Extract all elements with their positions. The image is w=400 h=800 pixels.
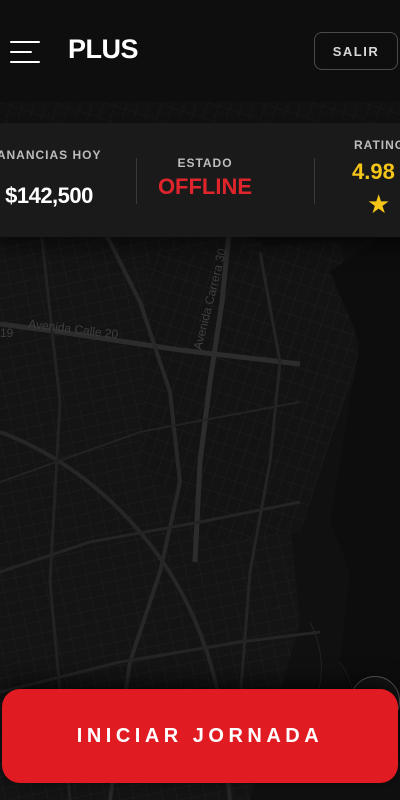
earnings-value: $142,500 <box>5 183 93 208</box>
street-label-19: 19 <box>0 326 14 340</box>
stat-divider <box>314 158 315 204</box>
driver-home-screen: Avenida Calle 20 Avenida Carrera 30 19 P… <box>0 0 400 800</box>
earnings-label: GANANCIAS HOY <box>0 148 102 162</box>
app-logo: PLUS <box>68 34 139 64</box>
stats-card: GANANCIAS HOY $142,500 ESTADO OFFLINE <box>0 123 400 237</box>
status-value: OFFLINE <box>157 174 253 199</box>
start-shift-button[interactable]: INICIAR JORNADA <box>2 689 398 783</box>
top-bar: PLUS SALIR <box>0 0 400 102</box>
star-icon: ★ <box>367 189 391 219</box>
stat-divider <box>136 158 137 204</box>
menu-line <box>10 51 32 53</box>
menu-line <box>10 41 40 43</box>
rating-label: RATING <box>354 138 400 152</box>
earnings-stat: GANANCIAS HOY $142,500 <box>0 123 135 237</box>
hamburger-icon[interactable] <box>10 40 40 64</box>
menu-line <box>10 61 40 63</box>
status-stat: ESTADO OFFLINE <box>135 123 313 237</box>
status-label: ESTADO <box>177 156 233 170</box>
exit-button[interactable]: SALIR <box>314 32 398 70</box>
rating-value: 4.98 <box>352 159 395 184</box>
